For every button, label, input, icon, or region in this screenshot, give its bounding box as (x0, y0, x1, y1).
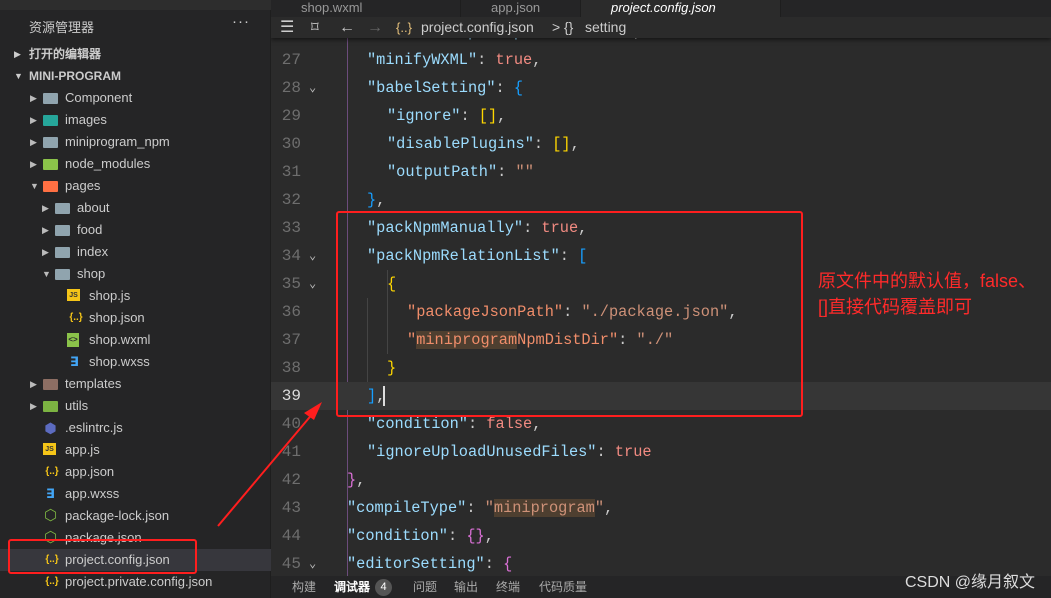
annotation-arrow (217, 402, 322, 527)
watermark: CSDN @缘月叙文 (904, 574, 1035, 591)
